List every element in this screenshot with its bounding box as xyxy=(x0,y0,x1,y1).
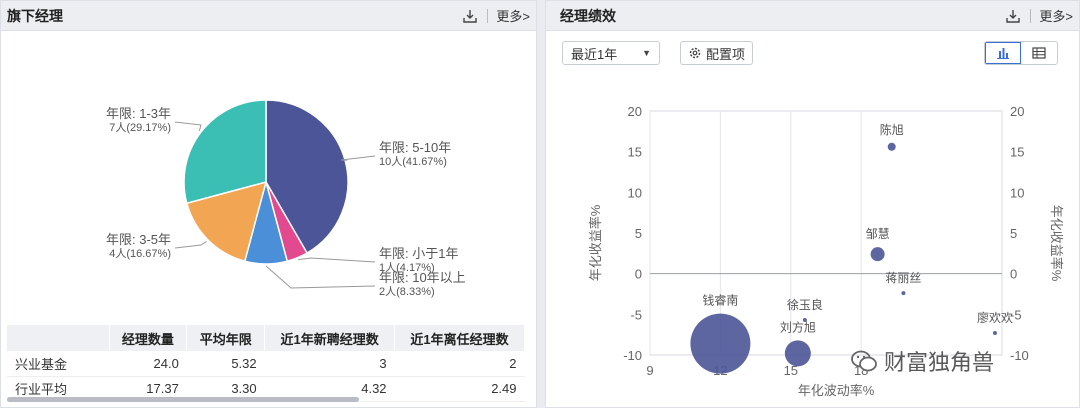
x-tick-label: 9 xyxy=(646,363,653,378)
watermark-text: 财富独角兽 xyxy=(884,350,995,375)
pie-label-detail: 10人(41.67%) xyxy=(379,155,447,168)
manager-panel: 旗下经理 更多> 年限: 5-10年 10人(41.67%) 年限: 小于1年 1人(… xyxy=(0,0,537,408)
performance-panel: 经理绩效 更多> 最近1年 ▼ 配置项 9 15 18 20 20 15 15 … xyxy=(545,0,1080,408)
pie-leader-line xyxy=(174,121,202,131)
watermark: 财富独角兽 xyxy=(850,345,994,377)
scatter-point[interactable] xyxy=(784,340,811,367)
pie-label: 年限: 3-5年 xyxy=(106,232,171,247)
scatter-point[interactable] xyxy=(870,247,885,262)
y-tick-label-right: 20 xyxy=(1010,104,1024,119)
table-header[interactable]: 近1年离任经理数 xyxy=(394,325,525,351)
pie-label-detail: 4人(16.67%) xyxy=(109,247,171,260)
pie-label: 年限: 5-10年 xyxy=(379,140,451,155)
plot-frame xyxy=(649,110,1003,356)
pie-leader-line xyxy=(340,155,376,161)
scatter-point[interactable] xyxy=(992,331,997,336)
table-cell: 3 xyxy=(264,351,395,377)
pie-label: 年限: 10年以上 xyxy=(379,270,466,285)
point-label: 蒋丽丝 xyxy=(885,271,921,285)
table-header[interactable]: 近1年新聘经理数 xyxy=(264,325,396,351)
y-axis-label: 年化收益率% xyxy=(588,204,603,281)
manager-years-pie-chart: 年限: 5-10年10人(41.67%)年限: 小于1年1人(4.17%)年限:… xyxy=(106,99,466,298)
pie-label: 年限: 1-3年 xyxy=(106,106,171,121)
y-tick-label-right: 15 xyxy=(1010,145,1024,160)
panel-title: 旗下经理 xyxy=(7,7,63,24)
point-label: 廖欢欢 xyxy=(977,310,1013,325)
table-header xyxy=(7,325,110,351)
pie-leader-line xyxy=(298,257,376,263)
y-tick-label: 15 xyxy=(628,145,642,160)
x-axis-label: 年化波动率% xyxy=(798,383,875,398)
table-header[interactable]: 经理数量 xyxy=(109,325,188,351)
table-cell: 2 xyxy=(394,351,525,377)
pie-label: 年限: 小于1年 xyxy=(379,246,458,261)
table-cell: 24.0 xyxy=(109,351,187,377)
point-label: 陈旭 xyxy=(880,122,904,137)
table-cell: 兴业基金 xyxy=(7,351,109,377)
y-tick-label: 5 xyxy=(635,226,642,241)
download-icon[interactable] xyxy=(463,9,478,23)
pie-leader-line xyxy=(265,265,376,289)
y-tick-label-right: -10 xyxy=(1010,348,1029,363)
y-axis-label-right: 年化收益率% xyxy=(1049,205,1064,282)
y-tick-label: 20 xyxy=(628,104,642,119)
table-header-row: 经理数量 平均年限 近1年新聘经理数 近1年离任经理数 xyxy=(7,325,525,351)
more-link[interactable]: 更多> xyxy=(496,6,530,25)
y-tick-label-right: 5 xyxy=(1010,226,1017,241)
horizontal-scrollbar[interactable] xyxy=(7,397,359,402)
table-header[interactable]: 平均年限 xyxy=(186,325,266,351)
table-cell: 5.32 xyxy=(186,351,265,377)
scatter-point[interactable] xyxy=(690,313,751,374)
wechat-icon xyxy=(851,350,877,372)
table-cell: 2.49 xyxy=(394,376,525,402)
pie-label-detail: 7人(29.17%) xyxy=(109,121,171,134)
y-tick-label: 0 xyxy=(635,267,642,282)
point-label: 邹慧 xyxy=(866,226,890,241)
point-label: 徐玉良 xyxy=(787,297,823,312)
y-tick-label: -10 xyxy=(623,348,642,363)
y-tick-label-right: 10 xyxy=(1010,185,1024,200)
y-tick-label: 10 xyxy=(628,185,642,200)
y-tick-label-right: 0 xyxy=(1010,267,1017,282)
pie-leader-line xyxy=(174,240,207,249)
pie-label-detail: 2人(8.33%) xyxy=(379,285,435,298)
scatter-point[interactable] xyxy=(887,142,896,151)
performance-scatter-chart: 91215182020151510105500-5-5-10-10年化波动率%年… xyxy=(588,104,1064,398)
y-tick-label: -5 xyxy=(630,307,642,322)
header-divider xyxy=(487,8,489,23)
point-label: 钱睿南 xyxy=(702,293,738,308)
table-row: 兴业基金 24.0 5.32 3 2 xyxy=(7,351,525,377)
point-label: 刘方旭 xyxy=(780,319,816,334)
scatter-point[interactable] xyxy=(901,291,906,296)
manager-panel-header: 旗下经理 更多> xyxy=(1,1,536,31)
manager-stats-table: 经理数量 平均年限 近1年新聘经理数 近1年离任经理数 兴业基金 24.0 5.… xyxy=(7,325,525,402)
